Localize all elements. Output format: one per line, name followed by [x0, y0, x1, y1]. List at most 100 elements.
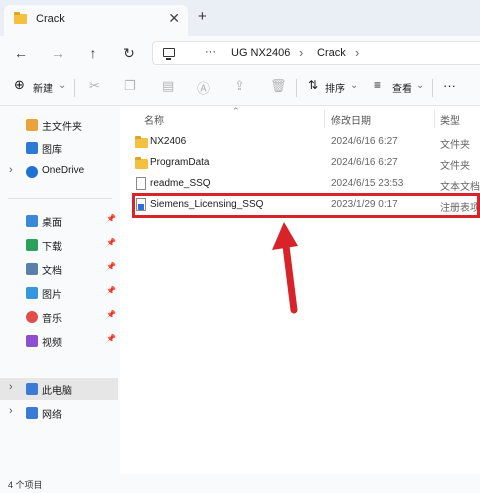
home-icon	[26, 119, 38, 131]
up-button[interactable]: ↑	[82, 42, 104, 64]
folder-icon	[14, 12, 27, 24]
sidebar-item-label: 主文件夹	[42, 122, 82, 133]
sort-button[interactable]: 排序	[325, 80, 345, 95]
download-icon	[26, 239, 38, 251]
sidebar-item-label: 视频	[42, 338, 62, 349]
sidebar-item-desktop[interactable]: 桌面 📌	[0, 210, 118, 232]
text-file-icon	[136, 177, 146, 190]
file-name: NX2406	[150, 136, 187, 147]
pin-icon[interactable]: 📌	[106, 262, 116, 271]
file-name: readme_SSQ	[150, 178, 211, 189]
sidebar-item-documents[interactable]: 文档 📌	[0, 258, 118, 280]
file-name: ProgramData	[150, 157, 210, 168]
navigation-pane: 主文件夹 图库 › OneDrive 桌面 📌 下载 📌 文档 📌 图片 📌 音…	[0, 106, 120, 474]
view-icon: ≡	[374, 78, 382, 92]
new-tab-button[interactable]: +	[198, 8, 207, 25]
more-options-button[interactable]: ···	[443, 78, 456, 93]
view-button[interactable]: 查看	[392, 80, 412, 95]
sort-indicator-icon: ⌃	[232, 106, 240, 116]
desktop-icon	[26, 215, 38, 227]
chevron-down-icon: ⌄	[58, 80, 67, 91]
sidebar-item-onedrive[interactable]: › OneDrive	[0, 161, 118, 183]
pin-icon[interactable]: 📌	[106, 238, 116, 247]
chevron-down-icon: ⌄	[350, 80, 359, 91]
breadcrumb-more[interactable]: ···	[205, 46, 216, 58]
computer-icon	[26, 383, 38, 395]
chevron-right-icon: ›	[355, 45, 360, 60]
file-date: 2024/6/16 6:27	[331, 157, 398, 168]
gallery-icon	[26, 142, 38, 154]
file-type: 文件夹	[440, 161, 470, 172]
new-button[interactable]: 新建	[33, 80, 53, 95]
chevron-right-icon[interactable]: ›	[9, 164, 13, 176]
file-row[interactable]: ProgramData 2024/6/16 6:27 文件夹	[132, 153, 480, 174]
video-icon	[26, 335, 38, 347]
file-row[interactable]: readme_SSQ 2024/6/15 23:53 文本文档	[132, 174, 480, 195]
pin-icon[interactable]: 📌	[106, 334, 116, 343]
forward-button[interactable]: →	[47, 42, 69, 64]
address-bar[interactable]: ··· UG NX2406 › Crack ›	[152, 41, 480, 65]
sidebar-item-downloads[interactable]: 下载 📌	[0, 234, 118, 256]
music-icon	[26, 311, 38, 323]
rename-icon[interactable]: Ⓐ	[197, 78, 210, 97]
chevron-right-icon[interactable]: ›	[9, 381, 13, 393]
file-date: 2024/6/16 6:27	[331, 136, 398, 147]
column-header-date[interactable]: 修改日期	[331, 112, 371, 127]
file-date: 2024/6/15 23:53	[331, 178, 404, 189]
sidebar-item-label: OneDrive	[42, 165, 85, 176]
breadcrumb-ug-nx2406[interactable]: UG NX2406	[231, 47, 290, 59]
sidebar-item-label: 桌面	[42, 218, 62, 229]
share-icon[interactable]: ⇪	[234, 78, 245, 94]
file-row[interactable]: NX2406 2024/6/16 6:27 文件夹	[132, 132, 480, 153]
tab-crack[interactable]: Crack ✕	[4, 5, 188, 36]
divider	[432, 79, 433, 97]
sidebar-item-music[interactable]: 音乐 📌	[0, 306, 118, 328]
plus-icon: ⊕	[14, 77, 25, 92]
chevron-right-icon[interactable]: ›	[9, 405, 13, 417]
item-count: 4 个项目	[8, 480, 43, 490]
sidebar-item-label: 图片	[42, 290, 62, 301]
sort-icon: ⇅	[308, 78, 319, 92]
chevron-right-icon: ›	[299, 45, 304, 60]
network-icon	[26, 407, 38, 419]
computer-icon	[163, 48, 175, 60]
sidebar-item-pictures[interactable]: 图片 📌	[0, 282, 118, 304]
refresh-button[interactable]: ↻	[118, 42, 140, 64]
sidebar-item-network[interactable]: › 网络	[0, 402, 118, 424]
cloud-icon	[26, 166, 38, 178]
sidebar-item-label: 文档	[42, 266, 62, 277]
sidebar-item-gallery[interactable]: 图库	[0, 137, 118, 159]
sidebar-item-videos[interactable]: 视频 📌	[0, 330, 118, 352]
command-bar: ⊕ 新建 ⌄ ✂ ❐ ▤ Ⓐ ⇪ 🗑 ⇅ 排序 ⌄ ≡ 查看 ⌄ ···	[0, 70, 480, 106]
navigation-bar: ← → ↑ ↻ ··· UG NX2406 › Crack ›	[0, 36, 480, 70]
sidebar-item-label: 图库	[42, 145, 62, 156]
pictures-icon	[26, 287, 38, 299]
tab-title: Crack	[36, 13, 65, 25]
sidebar-item-label: 下载	[42, 242, 62, 253]
column-divider[interactable]	[324, 110, 325, 128]
copy-icon[interactable]: ❐	[124, 78, 136, 94]
file-type: 文件夹	[440, 140, 470, 151]
sidebar-item-label: 音乐	[42, 314, 62, 325]
sidebar-item-home[interactable]: 主文件夹	[0, 114, 118, 136]
close-tab-button[interactable]: ✕	[168, 10, 180, 27]
annotation-arrow-icon	[272, 222, 298, 314]
status-bar: 4 个项目	[0, 474, 480, 493]
documents-icon	[26, 263, 38, 275]
paste-icon[interactable]: ▤	[162, 78, 174, 94]
column-divider[interactable]	[434, 110, 435, 128]
cut-icon[interactable]: ✂	[89, 78, 100, 94]
back-button[interactable]: ←	[10, 42, 32, 64]
pin-icon[interactable]: 📌	[106, 310, 116, 319]
pin-icon[interactable]: 📌	[106, 286, 116, 295]
column-header-name[interactable]: 名称	[144, 112, 164, 127]
divider	[296, 79, 297, 97]
delete-icon[interactable]: 🗑	[270, 78, 287, 94]
column-header-type[interactable]: 类型	[440, 112, 460, 127]
breadcrumb-crack[interactable]: Crack	[317, 47, 346, 59]
folder-icon	[135, 157, 148, 169]
pin-icon[interactable]: 📌	[106, 214, 116, 223]
sidebar-item-label: 此电脑	[42, 386, 72, 397]
sidebar-item-this-pc[interactable]: › 此电脑	[0, 378, 118, 400]
title-bar: Crack ✕ +	[0, 0, 480, 36]
